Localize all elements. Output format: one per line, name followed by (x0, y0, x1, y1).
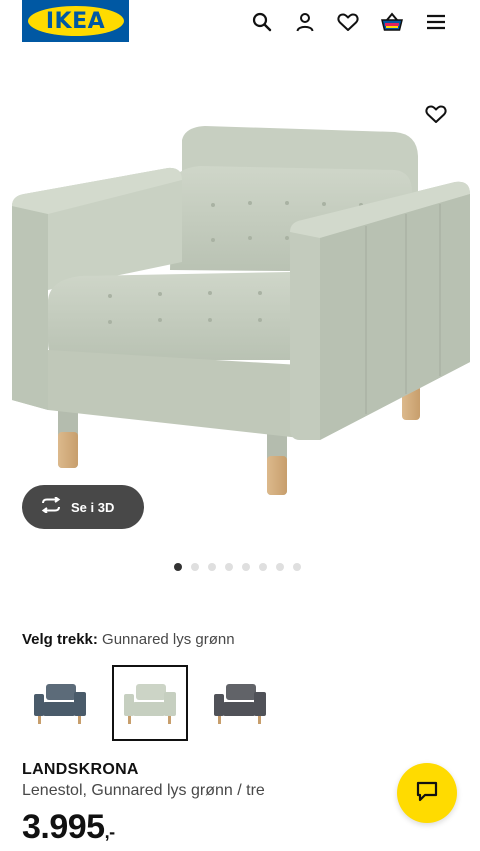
logo-oval: IKEA (27, 6, 124, 36)
chat-icon (415, 780, 439, 807)
gallery-dot[interactable] (208, 563, 216, 571)
logo-text: IKEA (45, 8, 106, 34)
armchair-thumbnail (124, 684, 176, 724)
armchair-thumbnail (214, 684, 266, 724)
header: IKEA (0, 0, 480, 48)
product-price: 3.995,- (22, 808, 115, 847)
gallery-dot[interactable] (293, 563, 301, 571)
heart-icon[interactable] (335, 9, 361, 35)
gallery-dot[interactable] (259, 563, 267, 571)
gallery-pagination (174, 563, 301, 571)
variant-swatch[interactable] (112, 665, 188, 741)
variant-swatches (22, 665, 278, 741)
variant-swatch[interactable] (22, 665, 98, 741)
variant-value: Gunnared lys grønn (102, 631, 235, 648)
chat-button[interactable] (397, 763, 457, 823)
favorite-heart-icon[interactable] (422, 100, 450, 128)
gallery-dot[interactable] (276, 563, 284, 571)
product-name[interactable]: LANDSKRONA (22, 761, 139, 779)
gallery-dot[interactable] (191, 563, 199, 571)
gallery-dot[interactable] (242, 563, 250, 571)
search-icon[interactable] (249, 9, 275, 35)
view-3d-label: Se i 3D (71, 499, 115, 515)
rotate-3d-icon (40, 495, 62, 518)
armchair-thumbnail (34, 684, 86, 724)
price-suffix: ,- (104, 822, 116, 842)
menu-icon[interactable] (423, 9, 449, 35)
variant-swatch[interactable] (202, 665, 278, 741)
ikea-logo[interactable]: IKEA (22, 0, 129, 42)
variant-heading: Velg trekk: Gunnared lys grønn (22, 631, 235, 648)
price-value: 3.995 (22, 808, 105, 846)
variant-label: Velg trekk: (22, 631, 98, 648)
view-3d-button[interactable]: Se i 3D (22, 485, 144, 529)
gallery-dot[interactable] (225, 563, 233, 571)
user-icon[interactable] (292, 9, 318, 35)
gallery-dot[interactable] (174, 563, 182, 571)
product-description: Lenestol, Gunnared lys grønn / tre (22, 782, 265, 799)
basket-icon[interactable] (379, 9, 405, 35)
